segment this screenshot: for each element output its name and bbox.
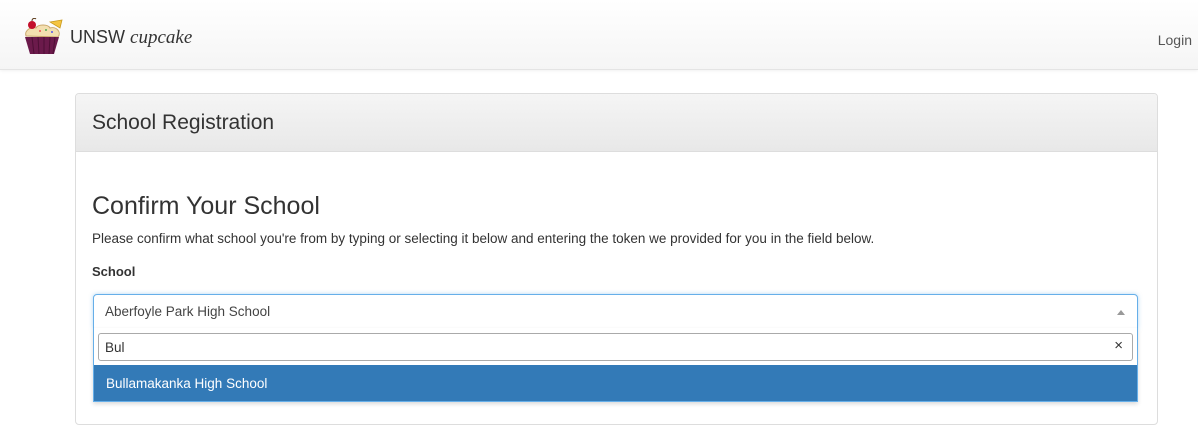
- panel-title: School Registration: [76, 94, 1157, 152]
- login-link[interactable]: Login: [1158, 32, 1192, 48]
- brand-secondary: cupcake: [130, 26, 193, 48]
- cupcake-logo-icon: [25, 18, 63, 55]
- school-label: School: [92, 264, 136, 279]
- top-navbar: UNSW cupcake Login: [0, 0, 1198, 70]
- brand-text: UNSW cupcake: [70, 26, 192, 49]
- brand-link[interactable]: UNSW cupcake: [20, 18, 192, 56]
- selected-school-value: Aberfoyle Park High School: [105, 304, 271, 319]
- school-dropdown: × Bullamakanka High School: [93, 328, 1138, 402]
- search-wrap: ×: [94, 328, 1137, 365]
- section-title: Confirm Your School: [92, 192, 320, 220]
- close-icon[interactable]: ×: [1114, 338, 1123, 354]
- panel-body: Confirm Your School Please confirm what …: [76, 191, 1157, 281]
- caret-up-icon: [1117, 310, 1125, 315]
- dropdown-option-highlighted[interactable]: Bullamakanka High School: [94, 365, 1137, 401]
- school-select[interactable]: Aberfoyle Park High School: [93, 294, 1138, 329]
- school-search-input[interactable]: [98, 333, 1133, 361]
- brand-primary: UNSW: [70, 26, 125, 47]
- help-text: Please confirm what school you're from b…: [92, 231, 875, 246]
- registration-panel: School Registration Confirm Your School …: [75, 93, 1158, 425]
